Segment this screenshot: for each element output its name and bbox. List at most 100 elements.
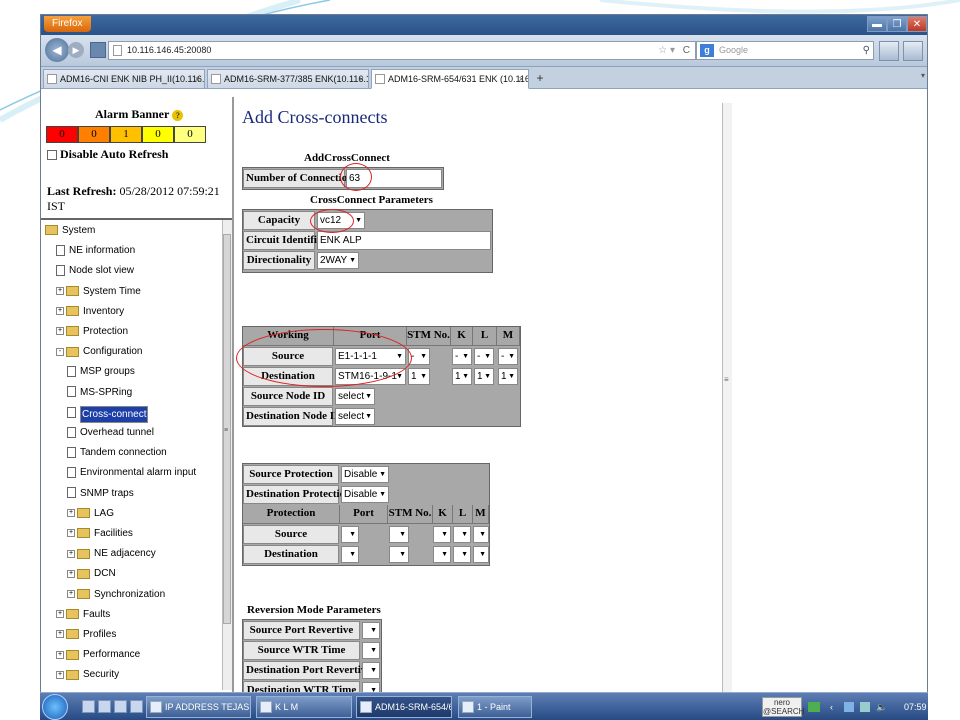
nero-search[interactable]: nero @SEARCH — [762, 697, 804, 717]
prot-source-select-1[interactable]: ▼ — [389, 526, 409, 543]
content-scrollbar[interactable] — [722, 103, 732, 693]
url-bar[interactable]: 10.116.146.45:20080 ☆ ▾ C — [108, 41, 696, 60]
firefox-menu-button[interactable]: Firefox — [44, 16, 91, 32]
tree-item[interactable]: Overhead tunnel — [67, 426, 154, 440]
reversion-row-select[interactable]: ▼ — [362, 662, 380, 679]
bookmark-icon[interactable] — [90, 42, 106, 58]
dest-stm-select[interactable]: 1 ▼ — [408, 368, 430, 385]
tab-3[interactable]: ADM16-SRM-654/631 ENK (10.116.14... × — [371, 69, 529, 89]
new-tab-button[interactable]: + — [532, 70, 548, 88]
minimize-button[interactable]: ▬ — [867, 16, 887, 32]
explorer-icon[interactable] — [98, 700, 111, 713]
prot-dest-select-3[interactable]: ▼ — [453, 546, 471, 563]
prot-dest-select-0[interactable]: ▼ — [341, 546, 359, 563]
taskbar-item-0[interactable]: IP ADDRESS TEJAS — [146, 696, 251, 718]
tree-item[interactable]: Tandem connection — [67, 446, 167, 460]
help-icon[interactable]: ? — [172, 109, 184, 121]
destination-node-id-select[interactable]: select ▼ — [335, 408, 375, 425]
prot-source-select-4[interactable]: ▼ — [473, 526, 489, 543]
maximize-button[interactable]: ❐ — [887, 16, 907, 32]
expand-icon[interactable]: + — [67, 549, 75, 558]
forward-icon[interactable]: ▶ — [68, 42, 84, 58]
tab-list-icon[interactable]: ▾ — [921, 71, 925, 80]
close-button[interactable]: ✕ — [907, 16, 927, 32]
prot-source-select-3[interactable]: ▼ — [453, 526, 471, 543]
expand-icon[interactable]: + — [56, 650, 64, 659]
expand-icon[interactable]: + — [56, 670, 64, 679]
ie-icon[interactable] — [114, 700, 127, 713]
expand-icon[interactable]: + — [56, 307, 64, 316]
start-button[interactable] — [42, 694, 68, 720]
tray-chevron-icon[interactable]: ‹ — [830, 696, 833, 718]
addon-icon[interactable] — [903, 41, 923, 61]
tree-item[interactable]: + Security — [56, 668, 119, 682]
taskbar-item-2[interactable]: ADM16-SRM-654/6... — [356, 696, 452, 718]
prot-dest-select-2[interactable]: ▼ — [433, 546, 451, 563]
expand-icon[interactable]: + — [56, 630, 64, 639]
network-icon[interactable] — [844, 702, 854, 712]
tree-item[interactable]: MSP groups — [67, 365, 135, 379]
source-m-select[interactable]: - ▼ — [498, 348, 518, 365]
tree-item[interactable]: MS-SPRing — [67, 386, 132, 400]
tree-item[interactable]: + NE adjacency — [67, 547, 156, 561]
tree-item[interactable]: System — [45, 224, 95, 238]
safely-remove-icon[interactable] — [860, 702, 870, 712]
tree-item[interactable]: - Configuration — [56, 345, 142, 359]
prot-source-select-2[interactable]: ▼ — [433, 526, 451, 543]
tree-item[interactable]: + DCN — [67, 567, 116, 581]
tree-item[interactable]: Node slot view — [56, 264, 134, 278]
reversion-row-select[interactable]: ▼ — [362, 622, 380, 639]
capacity-select[interactable]: vc12 ▼ — [317, 212, 365, 229]
disable-auto-refresh[interactable]: Disable Auto Refresh — [47, 147, 168, 162]
tray-arrow-icon[interactable] — [808, 702, 820, 712]
close-tab-icon[interactable]: × — [359, 70, 364, 88]
circuit-id-input[interactable]: ENK ALP — [317, 231, 491, 250]
alarm-count-1[interactable]: 0 — [78, 126, 110, 143]
search-box[interactable]: g Google ⚲ — [696, 41, 874, 60]
close-tab-icon[interactable]: × — [195, 70, 200, 88]
destination-protection-select[interactable]: Disable ▼ — [341, 486, 389, 503]
source-node-id-select[interactable]: select ▼ — [335, 388, 375, 405]
tree-item[interactable]: + Faults — [56, 608, 110, 622]
tab-1[interactable]: ADM16-CNI ENK NIB PH_II(10.116.14... × — [43, 69, 205, 89]
expand-icon[interactable]: + — [67, 569, 75, 578]
home-icon[interactable] — [879, 41, 899, 61]
volume-icon[interactable]: 🔈 — [876, 696, 887, 718]
expand-icon[interactable]: + — [56, 327, 64, 336]
close-tab-icon[interactable]: × — [519, 70, 524, 88]
source-k-select[interactable]: - ▼ — [452, 348, 472, 365]
search-icon[interactable]: ⚲ — [863, 42, 870, 59]
tree-item[interactable]: + Synchronization — [67, 588, 165, 602]
source-protection-select[interactable]: Disable ▼ — [341, 466, 389, 483]
expand-icon[interactable]: + — [67, 509, 75, 518]
tree-item[interactable]: + Facilities — [67, 527, 133, 541]
dest-m-select[interactable]: 1 ▼ — [498, 368, 518, 385]
tree-item[interactable]: NE information — [56, 244, 135, 258]
star-icon[interactable]: ☆ ▾ — [658, 42, 675, 59]
reload-icon[interactable]: C — [683, 42, 690, 59]
dest-l-select[interactable]: 1 ▼ — [474, 368, 494, 385]
tree-item[interactable]: Environmental alarm input — [67, 466, 196, 480]
show-desktop-icon[interactable] — [82, 700, 95, 713]
alarm-count-2[interactable]: 1 — [110, 126, 142, 143]
media-icon[interactable] — [130, 700, 143, 713]
source-stm-select[interactable]: - ▼ — [408, 348, 430, 365]
reversion-row-select[interactable]: ▼ — [362, 642, 380, 659]
tree-item[interactable]: SNMP traps — [67, 487, 134, 501]
prot-dest-select-4[interactable]: ▼ — [473, 546, 489, 563]
tree-item[interactable]: + Protection — [56, 325, 128, 339]
collapse-icon[interactable]: - — [56, 347, 64, 356]
alarm-count-3[interactable]: 0 — [142, 126, 174, 143]
clock[interactable]: 07:59 — [904, 696, 927, 718]
alarm-count-4[interactable]: 0 — [174, 126, 206, 143]
disable-refresh-checkbox[interactable] — [47, 149, 57, 160]
tab-2[interactable]: ADM16-SRM-377/385 ENK(10.116.146... × — [207, 69, 369, 89]
expand-icon[interactable]: + — [67, 529, 75, 538]
tree-item[interactable]: + Inventory — [56, 305, 124, 319]
tree-item[interactable]: + System Time — [56, 285, 141, 299]
alarm-count-0[interactable]: 0 — [46, 126, 78, 143]
dest-port-select[interactable]: STM16-1-9-1 ▼ — [335, 368, 406, 385]
source-l-select[interactable]: - ▼ — [474, 348, 494, 365]
tree-item[interactable]: + Profiles — [56, 628, 116, 642]
dest-k-select[interactable]: 1 ▼ — [452, 368, 472, 385]
